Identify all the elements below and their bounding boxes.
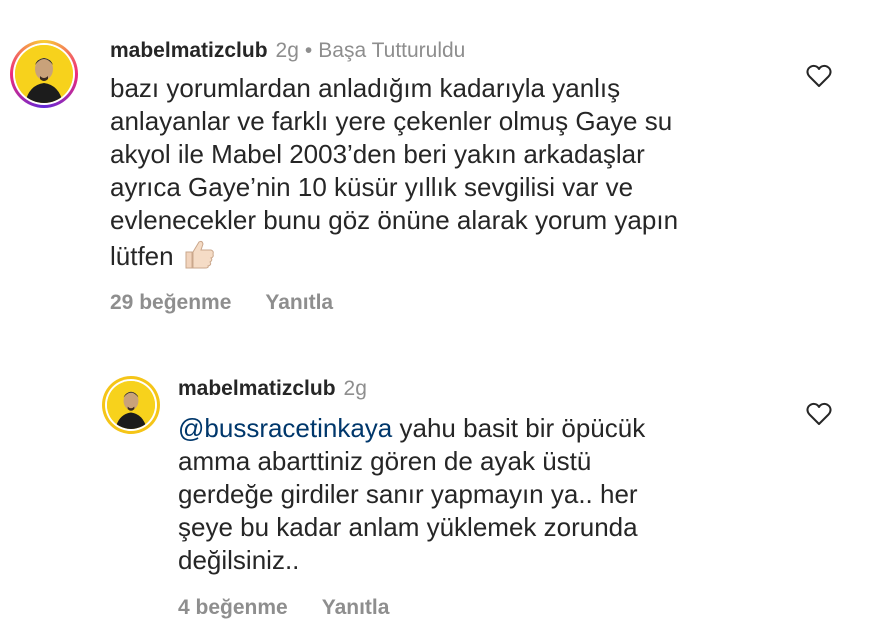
mention-link[interactable]: @bussracetinkaya [178,413,392,443]
username[interactable]: mabelmatizclub [178,377,336,400]
heart-outline-icon[interactable] [806,402,832,426]
avatar [15,45,73,103]
comment-text-line: bazı yorumlardan anladığım kadarıyla yan… [110,73,621,103]
comment-text-line: amma abarttiniz gören de ayak üstü [178,446,592,476]
timestamp: 2g [275,39,299,62]
comment-text-fragment: yahu basit bir öpücük [392,413,646,443]
comment-meta: mabelmatizclub 2g • Başa Tutturuldu [110,38,465,64]
avatar-person-icon [107,381,155,429]
thumbs-up-icon [182,237,216,279]
avatar-ring[interactable] [102,376,160,434]
likes-count[interactable]: 29 beğenme [110,291,231,314]
comment-text: bazı yorumlardan anladığım kadarıyla yan… [110,72,678,279]
comment-text-line: anlayanlar ve farklı yere çekenler olmuş… [110,106,673,136]
comment-text-line: akyol ile Mabel 2003’den beri yakın arka… [110,139,645,169]
comment-text-line: şeye bu kadar anlam yüklemek zorunda [178,512,638,542]
comment-meta: mabelmatizclub 2g [178,376,367,402]
username[interactable]: mabelmatizclub [110,39,268,62]
comment-text-line: evlenecekler bunu göz önüne alarak yorum… [110,205,679,235]
avatar-person-icon [15,45,73,103]
heart-outline-icon[interactable] [806,64,832,88]
likes-count[interactable]: 4 beğenme [178,596,288,619]
comment-text: @bussracetinkaya yahu basit bir öpücük a… [178,412,645,577]
avatar-ring[interactable] [10,40,78,108]
comment-text-line: değilsiniz.. [178,545,300,575]
avatar [107,381,155,429]
separator-dot: • [304,39,313,62]
reply-button[interactable]: Yanıtla [322,596,390,619]
comment-text-word: lütfen [110,241,174,271]
comment-text-line: @bussracetinkaya yahu basit bir öpücük [178,412,645,445]
comment-text-line: gerdeğe girdiler sanır yapmayın ya.. her [178,479,638,509]
comment-actions: 4 beğenme Yanıtla [178,595,389,621]
pinned-label: Başa Tutturuldu [318,39,466,62]
timestamp: 2g [343,377,367,400]
comment-text-line: ayrıca Gaye’nin 10 küsür yıllık sevgilis… [110,172,634,202]
reply-button[interactable]: Yanıtla [265,291,333,314]
comment-text-line-last: lütfen [110,237,678,279]
comment-actions: 29 beğenme Yanıtla [110,290,333,316]
